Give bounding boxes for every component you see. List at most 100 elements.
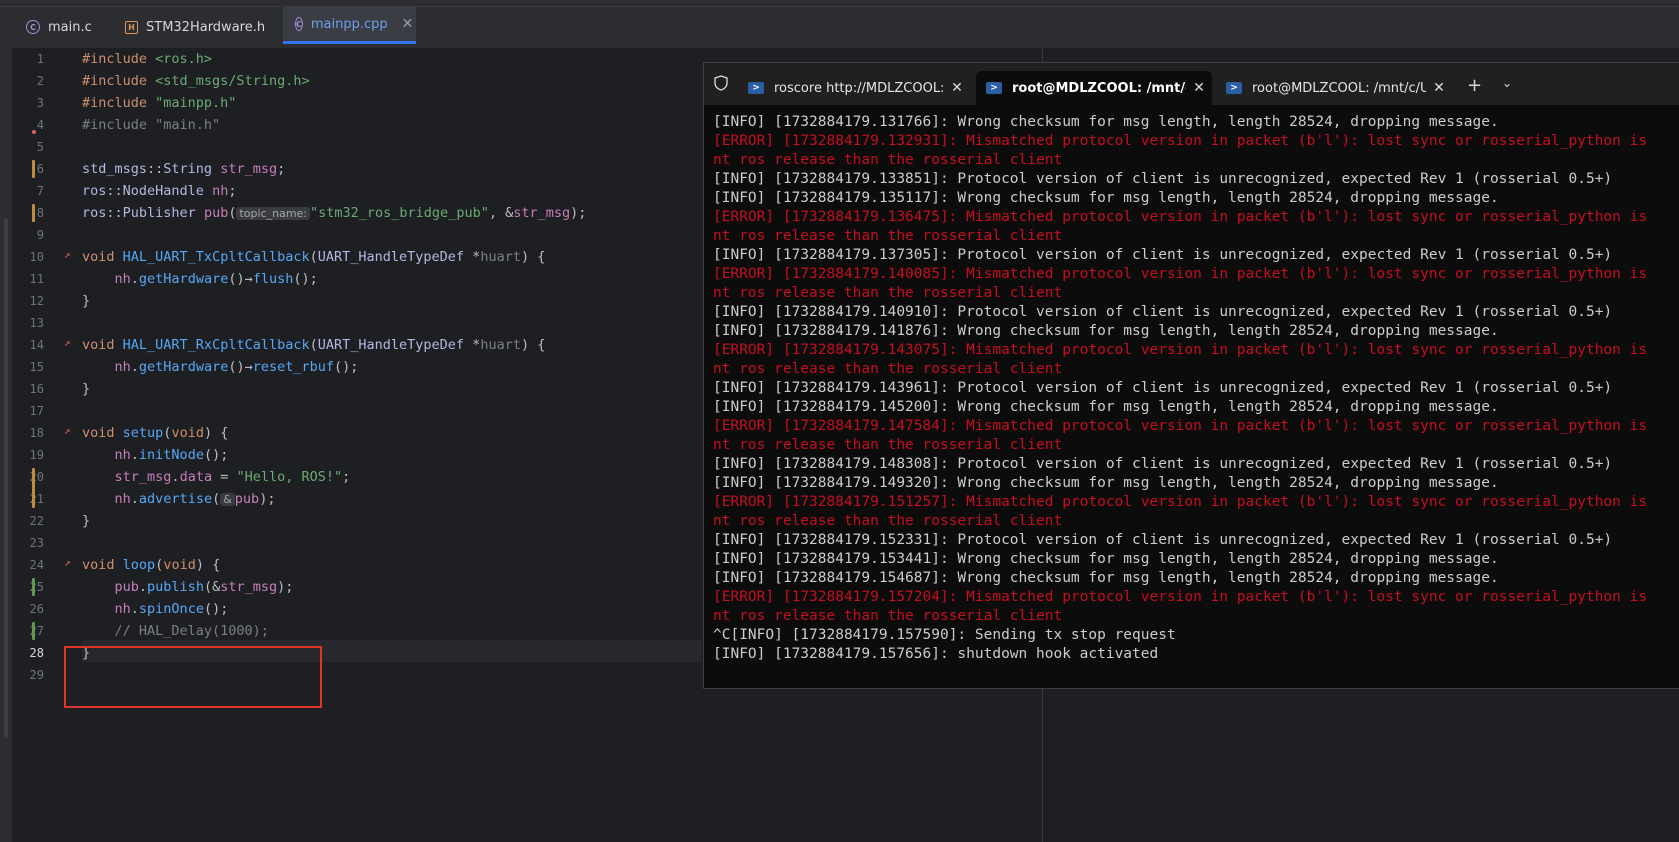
terminal-line-error: [ERROR] [1732884179.140085]: Mismatched … <box>713 266 1648 282</box>
terminal-tab-active[interactable]: > root@MDLZCOOL: /mnt/c/Us ✕ <box>976 71 1212 105</box>
code-token: . <box>130 491 139 507</box>
code-token: nh <box>114 271 131 287</box>
code-token: UART_HandleTypeDef <box>317 249 465 265</box>
override-icon[interactable]: ↗ <box>64 336 71 349</box>
close-icon[interactable]: ✕ <box>1186 80 1212 96</box>
code-token: ()→ <box>228 359 253 375</box>
terminal-line: ^C[INFO] [1732884179.157590]: Sending tx… <box>713 627 1176 643</box>
powershell-icon: > <box>748 82 764 94</box>
code-token: nh <box>114 491 131 507</box>
parameter-hint: topic_name: <box>236 207 311 220</box>
changed-line-marker <box>32 204 35 222</box>
terminal-line-error: nt ros release than the rosserial client <box>713 608 1063 624</box>
terminal-line-error: nt ros release than the rosserial client <box>713 285 1063 301</box>
line-number: 6 <box>36 162 44 176</box>
code-line: ros::NodeHandle nh; <box>82 180 236 202</box>
code-token: HAL_UART_TxCpltCallback <box>122 249 310 265</box>
terminal-line: [INFO] [1732884179.141876]: Wrong checks… <box>713 323 1499 339</box>
code-token: flush <box>252 271 294 287</box>
scrollbar[interactable] <box>4 218 8 738</box>
line-number: 1 <box>36 52 44 66</box>
close-icon[interactable]: ✕ <box>402 16 414 32</box>
terminal-line: [INFO] [1732884179.149320]: Wrong checks… <box>713 475 1499 491</box>
code-token: #include <box>82 73 148 89</box>
override-icon[interactable]: ↗ <box>64 248 71 261</box>
terminal-window[interactable]: > roscore http://MDLZCOOL:1131 ✕ > root@… <box>703 62 1679 689</box>
code-token: initNode <box>138 447 204 463</box>
code-token: spinOnce <box>138 601 204 617</box>
code-token: , & <box>488 205 514 221</box>
c-file-icon: C <box>26 20 40 34</box>
code-line: str_msg.data = "Hello, ROS!"; <box>82 466 351 488</box>
code-token: "stm32_ros_bridge_pub" <box>310 205 489 221</box>
terminal-line-error: nt ros release than the rosserial client <box>713 437 1063 453</box>
tab-mainpp-cpp[interactable]: C mainpp.cpp ✕ <box>283 7 416 44</box>
code-line: #include "mainpp.h" <box>82 92 236 114</box>
code-token: HAL_UART_RxCpltCallback <box>122 337 310 353</box>
terminal-output[interactable]: [INFO] [1732884179.131766]: Wrong checks… <box>713 113 1679 664</box>
code-line: void loop(void) { <box>82 554 220 576</box>
code-token: ros <box>82 183 107 199</box>
code-token: str_msg <box>220 579 278 595</box>
error-dot <box>32 130 36 134</box>
code-token: std_msgs <box>82 161 148 177</box>
code-token: str_msg <box>220 161 278 177</box>
code-token: :: <box>106 205 123 221</box>
terminal-tab-label: root@MDLZCOOL: /mnt/c/Use <box>1252 80 1426 96</box>
reference-hint: & <box>220 493 235 506</box>
code-line: } <box>82 513 91 529</box>
code-token: (); <box>203 601 229 617</box>
code-token: . <box>130 447 139 463</box>
code-token: str_msg <box>114 469 172 485</box>
h-file-icon: H <box>125 20 138 34</box>
shield-icon <box>714 75 728 91</box>
powershell-icon: > <box>986 82 1002 94</box>
line-number: 12 <box>29 294 44 308</box>
code-token: getHardware <box>138 359 229 375</box>
powershell-icon: > <box>1226 82 1242 94</box>
line-number: 29 <box>29 668 44 682</box>
code-line: } <box>82 293 91 309</box>
code-line: void HAL_UART_RxCpltCallback(UART_Handle… <box>82 334 545 356</box>
terminal-tab-third[interactable]: > root@MDLZCOOL: /mnt/c/Use ✕ <box>1216 71 1452 105</box>
override-icon[interactable]: ↗ <box>64 556 71 569</box>
new-tab-button[interactable]: + <box>1467 75 1482 96</box>
line-number: 16 <box>29 382 44 396</box>
close-icon[interactable]: ✕ <box>1426 80 1452 96</box>
code-token: nh <box>114 601 131 617</box>
code-token: ; <box>228 183 237 199</box>
code-line: #include <ros.h> <box>82 48 212 70</box>
terminal-line-error: [ERROR] [1732884179.143075]: Mismatched … <box>713 342 1648 358</box>
code-token: UART_HandleTypeDef <box>317 337 465 353</box>
line-number: 9 <box>36 228 44 242</box>
code-token: NodeHandle <box>122 183 204 199</box>
code-token: . <box>130 271 139 287</box>
line-number: 7 <box>36 184 44 198</box>
code-token: void <box>171 425 204 441</box>
line-number: 4 <box>36 118 44 132</box>
code-line: ros::Publisher pub(topic_name: "stm32_ros… <box>82 202 586 224</box>
terminal-line: [INFO] [1732884179.131766]: Wrong checks… <box>713 114 1499 130</box>
tab-main-c[interactable]: C main.c <box>14 7 104 47</box>
dropdown-chevron-icon[interactable]: ⌄ <box>1502 76 1512 90</box>
code-token: ) { <box>195 557 221 573</box>
line-number: 24 <box>29 558 44 572</box>
tab-stm32hardware-h[interactable]: H STM32Hardware.h <box>113 7 277 47</box>
code-line: std_msgs::String str_msg; <box>82 158 285 180</box>
override-icon[interactable]: ↗ <box>64 424 71 437</box>
terminal-line-error: nt ros release than the rosserial client <box>713 152 1063 168</box>
close-icon[interactable]: ✕ <box>944 80 970 96</box>
line-number: 10 <box>29 250 44 264</box>
added-line-marker <box>32 578 35 596</box>
code-token: nh <box>114 359 131 375</box>
code-line-comment: // HAL_Delay(1000); <box>82 620 269 642</box>
code-token: // HAL_Delay(1000); <box>114 623 269 639</box>
added-line-marker <box>32 622 35 640</box>
code-token: setup <box>122 425 164 441</box>
terminal-line: [INFO] [1732884179.145200]: Wrong checks… <box>713 399 1499 415</box>
code-token: (); <box>203 447 229 463</box>
line-number: 22 <box>29 514 44 528</box>
terminal-tab-bar: > roscore http://MDLZCOOL:1131 ✕ > root@… <box>704 63 1679 105</box>
code-token: void <box>82 337 115 353</box>
terminal-tab-roscore[interactable]: > roscore http://MDLZCOOL:1131 ✕ <box>738 71 970 105</box>
